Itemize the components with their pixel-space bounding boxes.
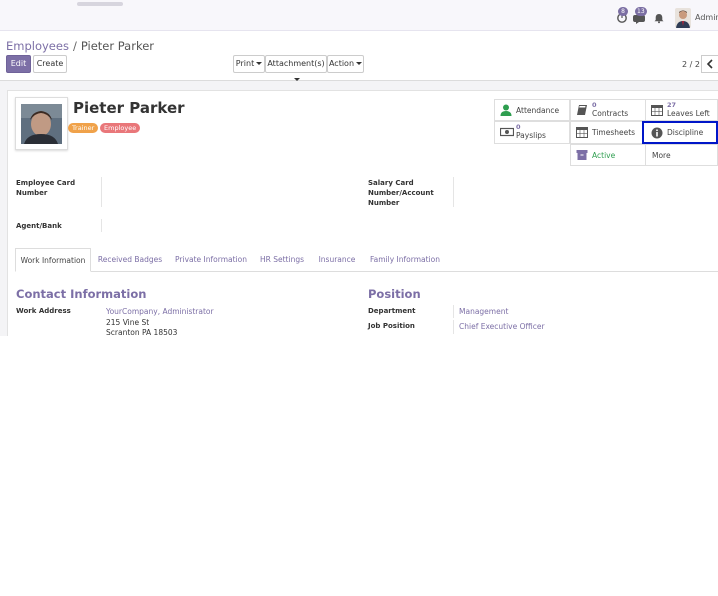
info-icon: [651, 127, 663, 139]
salary-card-label-line2: Number/Account: [368, 189, 434, 197]
print-label: Print: [235, 59, 255, 68]
department-label: Department: [368, 307, 416, 315]
department-link[interactable]: Management: [459, 307, 508, 316]
more-label: More: [652, 151, 671, 160]
salary-card-label-line1: Salary Card: [368, 179, 414, 187]
payslips-count: 0: [516, 123, 521, 131]
caret-down-icon: [256, 62, 263, 65]
work-address-street: 215 Vine St: [106, 318, 150, 327]
breadcrumb-separator: /: [72, 39, 77, 53]
active-toggle-button[interactable]: Active: [570, 144, 646, 166]
salary-card-label-line3: Number: [368, 199, 400, 207]
top-navbar: 8 13 Admini: [0, 0, 718, 31]
tag-employee[interactable]: Employee: [100, 123, 141, 133]
menu-placeholder: [77, 2, 123, 6]
employee-photo-image: [21, 104, 62, 144]
bell-icon: [654, 14, 664, 24]
tab-family-information[interactable]: Family Information: [369, 248, 441, 272]
work-address-city: Scranton PA 18503: [106, 328, 178, 337]
employee-card-label: Employee Card Number: [16, 178, 75, 198]
messages-button[interactable]: 13: [633, 7, 647, 26]
user-avatar-icon: [675, 8, 691, 28]
user-avatar[interactable]: [675, 8, 691, 28]
payslips-label: Payslips: [516, 131, 546, 140]
agent-bank-input[interactable]: [101, 219, 102, 232]
salary-card-input[interactable]: [453, 177, 454, 207]
payslips-button[interactable]: 0 Payslips: [494, 121, 570, 144]
breadcrumb-employees[interactable]: Employees: [6, 39, 69, 53]
notifications-button[interactable]: [653, 8, 665, 26]
employee-photo[interactable]: [15, 97, 68, 150]
salary-card-label: Salary Card Number/Account Number: [368, 178, 434, 208]
activity-button[interactable]: 8: [616, 7, 630, 26]
caret-down-icon: [356, 62, 363, 65]
contracts-button[interactable]: 0 Contracts: [570, 99, 646, 121]
attachments-label: Attachment(s): [267, 59, 325, 68]
calendar-icon: [576, 127, 588, 138]
attachments-dropdown[interactable]: Attachment(s): [265, 55, 327, 81]
book-icon: [577, 105, 587, 115]
job-position-divider: [453, 320, 454, 334]
tag-trainer[interactable]: Trainer: [68, 123, 99, 133]
user-name[interactable]: Admini: [695, 13, 718, 22]
contact-section-title: Contact Information: [16, 287, 147, 301]
employee-card-label-line1: Employee Card: [16, 179, 76, 187]
action-dropdown[interactable]: Action: [327, 55, 364, 73]
messages-badge: 13: [635, 7, 647, 16]
leaves-label: Leaves Left: [667, 109, 710, 118]
work-address-label: Work Address: [16, 307, 71, 315]
edit-button[interactable]: Edit: [6, 55, 31, 73]
create-button[interactable]: Create: [33, 55, 67, 73]
contracts-count: 0: [592, 101, 597, 109]
department-divider: [453, 305, 454, 318]
money-icon: [500, 127, 514, 137]
app: 8 13 Admini Emplo: [0, 0, 718, 596]
pager-value[interactable]: 2 / 2: [682, 60, 700, 69]
activity-badge: 8: [618, 7, 628, 16]
breadcrumb-current: Pieter Parker: [80, 39, 154, 53]
archive-icon: [576, 150, 588, 160]
user-icon: [500, 104, 512, 116]
tab-hr-settings[interactable]: HR Settings: [257, 248, 307, 272]
employee-card-label-line2: Number: [16, 189, 48, 197]
breadcrumb: Employees / Pieter Parker: [6, 39, 154, 53]
discipline-button[interactable]: Discipline: [642, 121, 718, 144]
tab-insurance[interactable]: Insurance: [317, 248, 357, 272]
timesheets-label: Timesheets: [592, 128, 636, 137]
agent-bank-label: Agent/Bank: [16, 222, 62, 230]
form-tabs: Work Information Received Badges Private…: [15, 248, 718, 272]
control-panel: Employees / Pieter Parker Edit Create Prin…: [0, 31, 718, 81]
employee-name: Pieter Parker: [73, 99, 185, 117]
work-address-company-link[interactable]: YourCompany, Administrator: [106, 307, 214, 316]
job-position-link[interactable]: Chief Executive Officer: [459, 322, 545, 331]
action-label: Action: [328, 59, 355, 68]
pager-previous-button[interactable]: [701, 55, 718, 73]
contracts-label: Contracts: [592, 109, 629, 118]
tab-work-information[interactable]: Work Information: [15, 248, 91, 272]
tab-private-information[interactable]: Private Information: [175, 248, 247, 272]
tab-received-badges[interactable]: Received Badges: [96, 248, 164, 272]
discipline-label: Discipline: [667, 128, 704, 137]
employee-card-input[interactable]: [101, 177, 102, 207]
more-button[interactable]: More: [645, 144, 718, 166]
active-label: Active: [592, 151, 616, 160]
attendance-label: Attendance: [516, 106, 560, 115]
calendar-icon: [651, 105, 663, 116]
chevron-left-icon: [706, 59, 713, 69]
position-section-title: Position: [368, 287, 421, 301]
job-position-label: Job Position: [368, 322, 415, 330]
attendance-button[interactable]: Attendance: [494, 99, 570, 121]
leaves-count: 27: [667, 101, 677, 109]
print-dropdown[interactable]: Print: [233, 55, 265, 73]
leaves-button[interactable]: 27 Leaves Left: [645, 99, 718, 121]
timesheets-button[interactable]: Timesheets: [570, 121, 646, 144]
